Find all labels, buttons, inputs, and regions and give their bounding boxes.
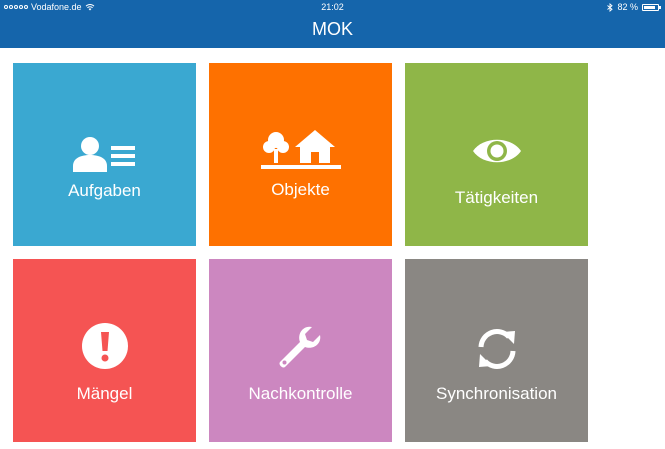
status-right: 82 % — [607, 0, 661, 14]
bluetooth-icon — [607, 2, 614, 12]
wrench-icon — [209, 322, 392, 370]
sync-icon — [405, 326, 588, 372]
tile-aufgaben[interactable]: Aufgaben — [13, 63, 196, 246]
tile-label: Nachkontrolle — [248, 384, 353, 403]
tile-label: Synchronisation — [436, 384, 557, 403]
battery-icon — [642, 3, 661, 11]
tree-house-icon — [209, 127, 392, 171]
tile-label: Objekte — [271, 180, 330, 199]
tile-label: Aufgaben — [68, 181, 141, 200]
nav-bar: MOK — [0, 14, 665, 48]
tile-nachkontrolle[interactable]: Nachkontrolle — [209, 259, 392, 442]
status-time: 21:02 — [321, 2, 344, 12]
tile-label: Mängel — [76, 384, 133, 403]
battery-percent: 82 % — [617, 2, 638, 12]
tile-maengel[interactable]: Mängel — [13, 259, 196, 442]
tile-taetigkeiten[interactable]: Tätigkeiten — [405, 63, 588, 246]
tile-label: Tätigkeiten — [454, 188, 539, 207]
status-bar: Vodafone.de 21:02 82 % — [0, 0, 665, 14]
tile-objekte[interactable]: Objekte — [209, 63, 392, 246]
user-list-icon — [13, 136, 196, 172]
page-title: MOK — [311, 19, 353, 39]
exclamation-icon — [13, 323, 196, 369]
eye-icon — [405, 133, 588, 169]
tile-synchronisation[interactable]: Synchronisation — [405, 259, 588, 442]
